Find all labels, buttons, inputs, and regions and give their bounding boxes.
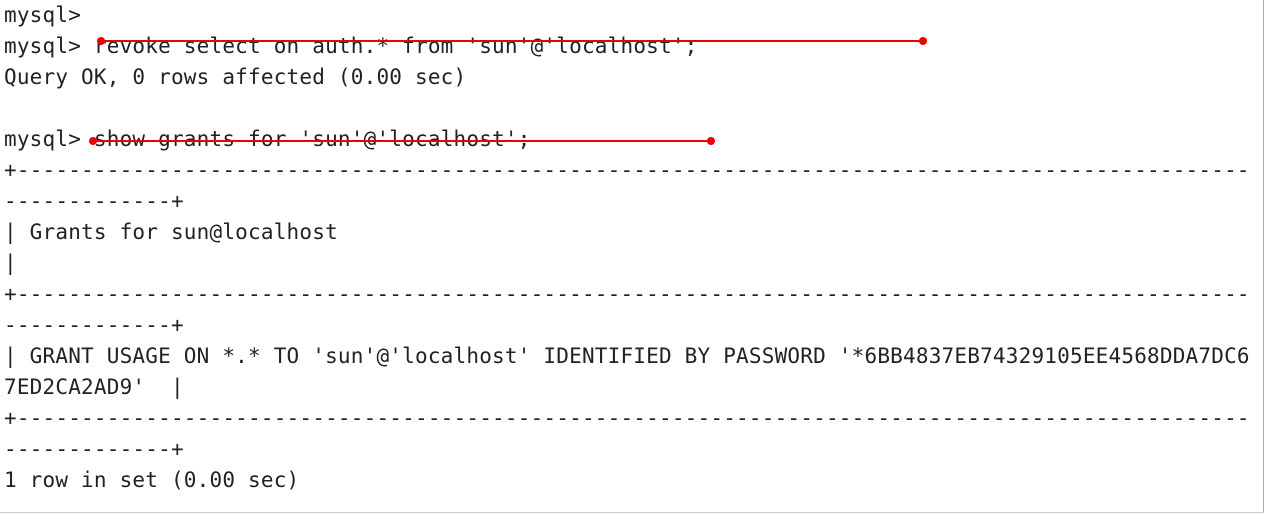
truncated-prompt: mysql> bbox=[4, 3, 81, 27]
annotation-underline-1 bbox=[100, 40, 924, 42]
table-data-row: | GRANT USAGE ON *.* TO 'sun'@'localhost… bbox=[4, 344, 1250, 399]
table-border-mid: +---------------------------------------… bbox=[4, 282, 1250, 337]
table-header-row: | Grants for sun@localhost | bbox=[4, 220, 1264, 275]
prompt-1: mysql> bbox=[4, 34, 81, 58]
prompt-2: mysql> bbox=[4, 127, 81, 151]
response-1: Query OK, 0 rows affected (0.00 sec) bbox=[4, 65, 466, 89]
command-2: show grants for 'sun'@'localhost'; bbox=[94, 127, 531, 151]
result-footer: 1 row in set (0.00 sec) bbox=[4, 468, 299, 492]
command-1: revoke select on auth.* from 'sun'@'loca… bbox=[94, 34, 698, 58]
annotation-underline-2 bbox=[92, 140, 712, 142]
table-border-top: +---------------------------------------… bbox=[4, 158, 1250, 213]
terminal-output: mysql> mysql> revoke select on auth.* fr… bbox=[0, 0, 1263, 496]
mysql-terminal[interactable]: mysql> mysql> revoke select on auth.* fr… bbox=[0, 0, 1264, 513]
table-border-bottom: +---------------------------------------… bbox=[4, 406, 1250, 461]
